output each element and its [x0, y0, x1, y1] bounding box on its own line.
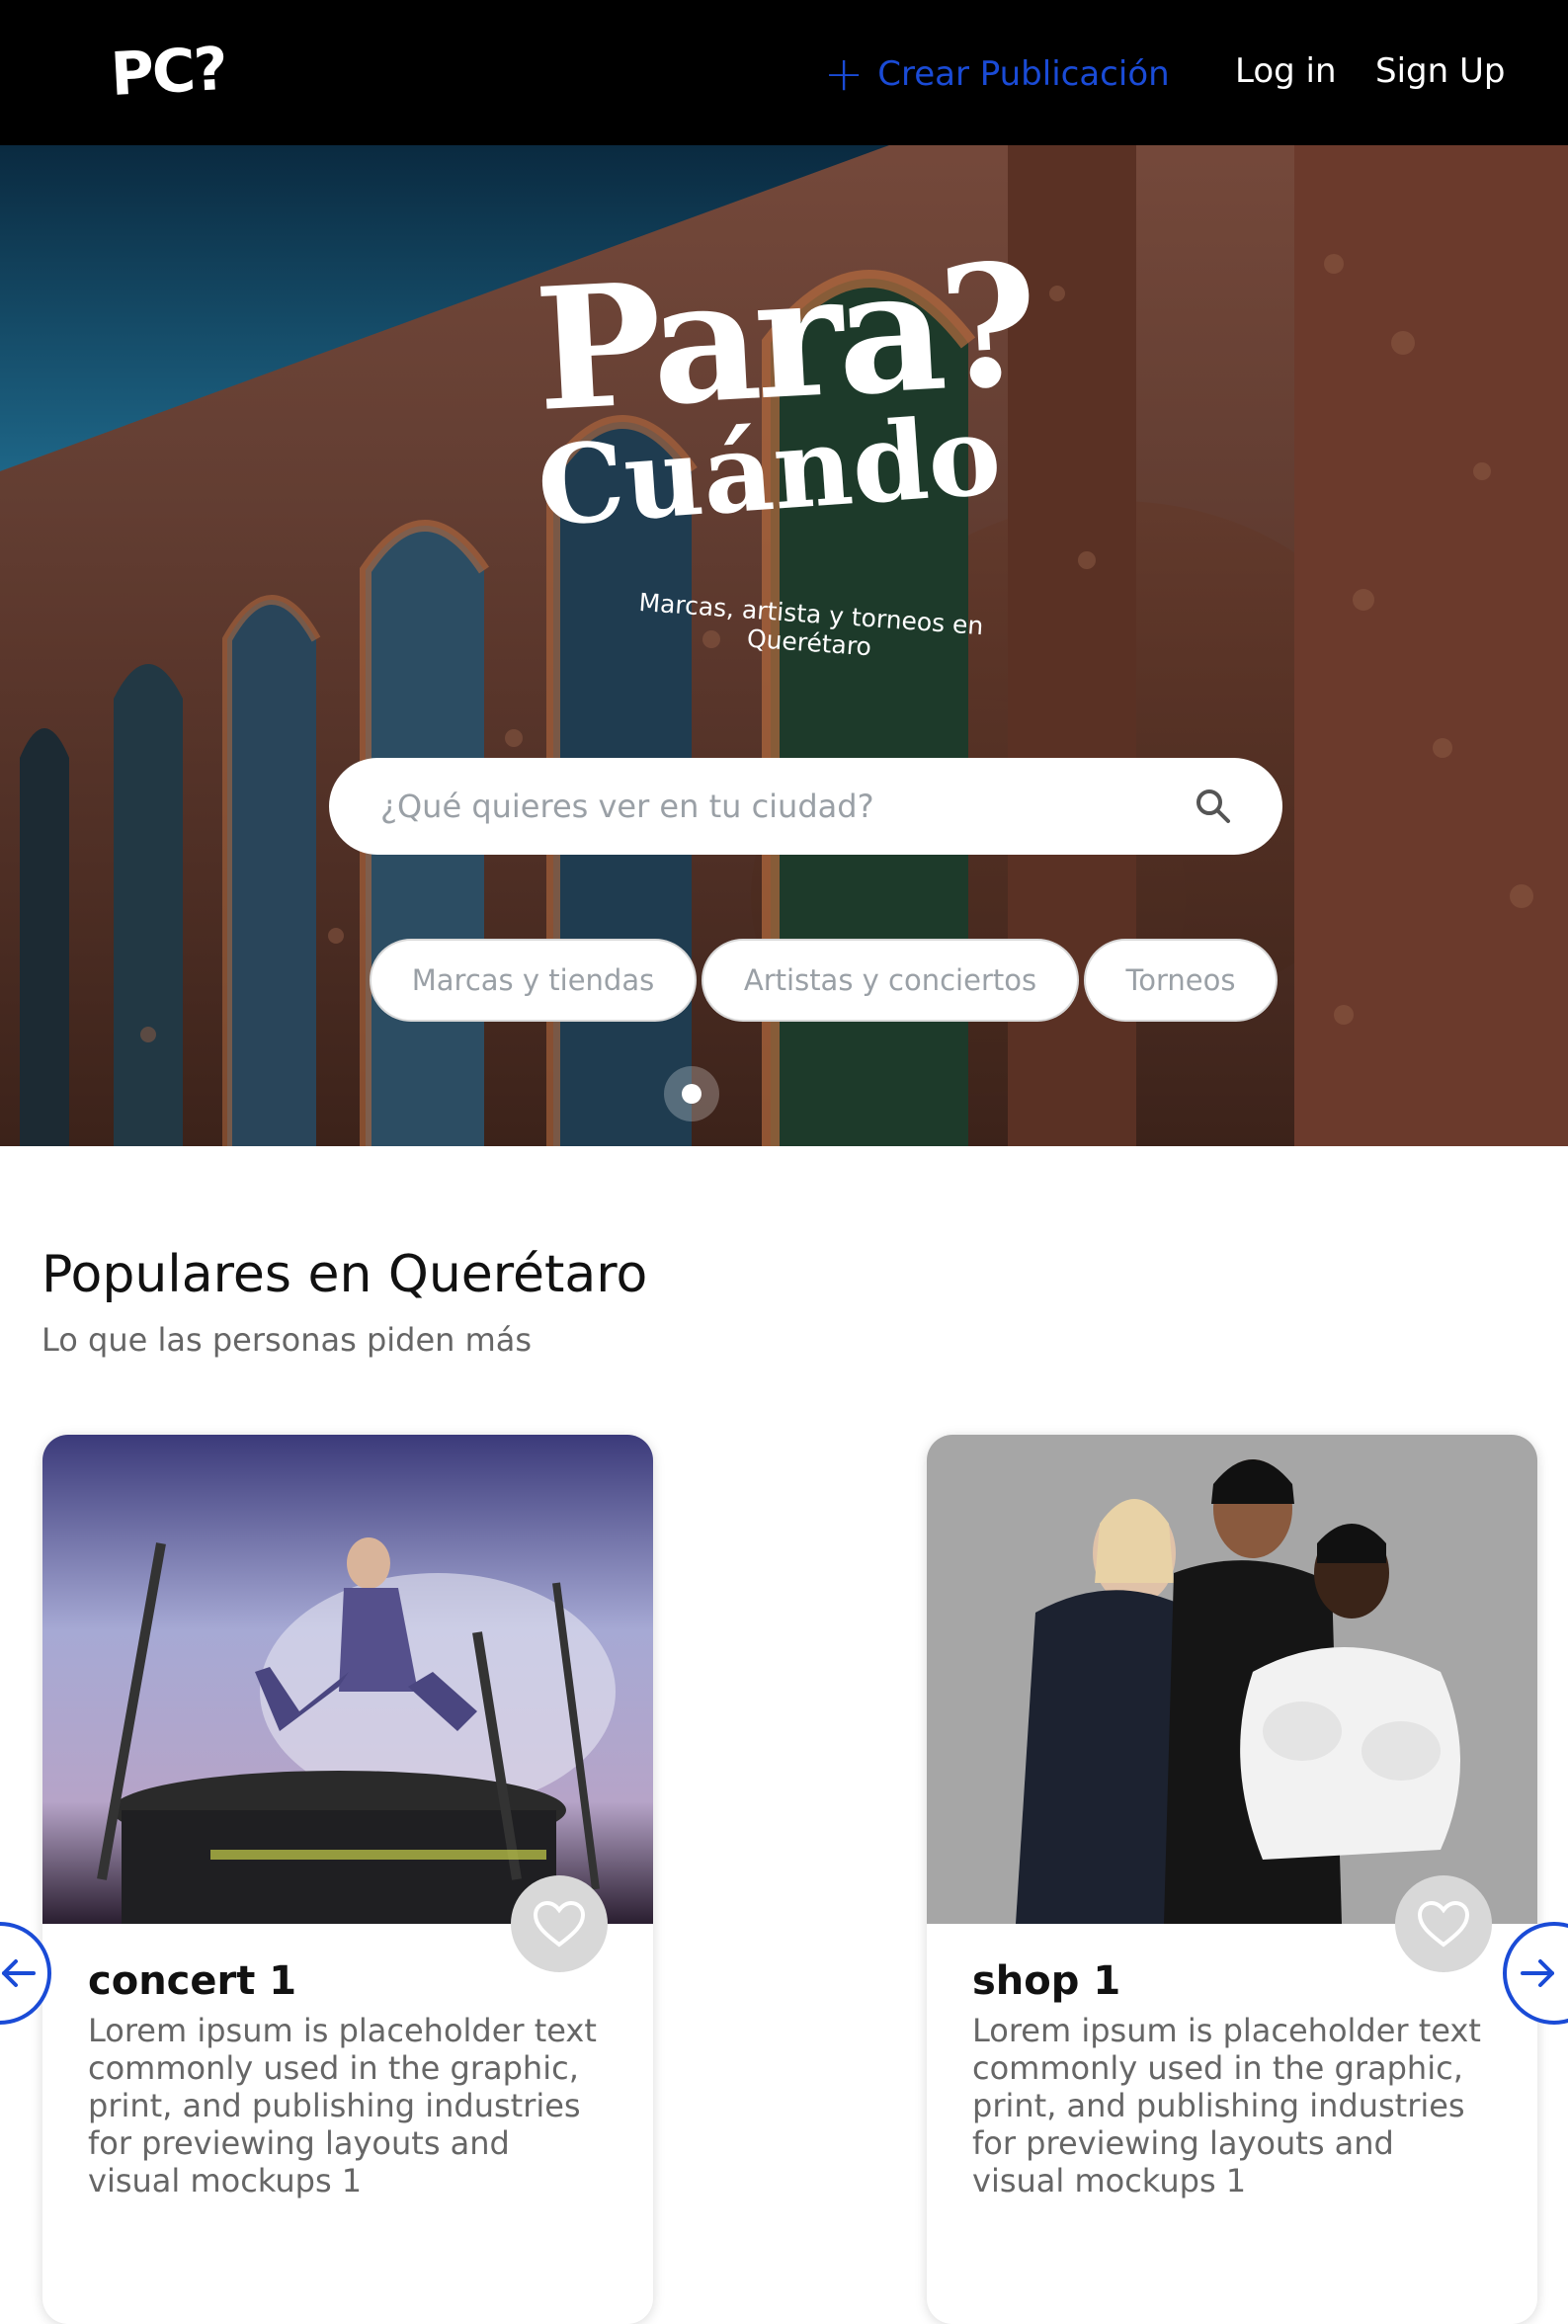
concert-image: [42, 1435, 653, 1924]
create-post-button[interactable]: + Crear Publicación: [824, 49, 1170, 99]
chip-artistas-conciertos[interactable]: Artistas y conciertos: [701, 939, 1079, 1022]
hero-title: Para? Cuándo: [0, 226, 1568, 550]
section-subtitle: Lo que las personas piden más: [41, 1321, 533, 1359]
shop-image: [927, 1435, 1537, 1924]
card-description: Lorem ipsum is placeholder text commonly…: [88, 2012, 597, 2200]
favorite-button[interactable]: [1395, 1875, 1492, 1972]
arrow-left-icon: [2, 1959, 36, 1987]
card-description: Lorem ipsum is placeholder text commonly…: [972, 2012, 1481, 2200]
card-title: concert 1: [88, 1958, 297, 2004]
favorite-button[interactable]: [511, 1875, 608, 1972]
login-link[interactable]: Log in: [1235, 51, 1337, 91]
site-logo[interactable]: PC?: [109, 35, 227, 110]
navbar: PC? + Crear Publicación Log in Sign Up: [0, 0, 1568, 145]
search-input[interactable]: [378, 787, 1194, 826]
create-post-label: Crear Publicación: [877, 54, 1170, 94]
plus-icon: +: [824, 46, 865, 102]
arrow-right-icon: [1521, 1959, 1554, 1987]
heart-icon: [1417, 1900, 1470, 1948]
heart-icon: [533, 1900, 586, 1948]
search-bar: [329, 758, 1282, 855]
search-icon[interactable]: [1194, 787, 1233, 826]
hero-banner: Para? Cuándo Marcas, artista y torneos e…: [0, 145, 1568, 1146]
chip-marcas-tiendas[interactable]: Marcas y tiendas: [370, 939, 697, 1022]
section-title: Populares en Querétaro: [41, 1245, 648, 1304]
chip-torneos[interactable]: Torneos: [1084, 939, 1278, 1022]
category-chips: Marcas y tiendas Artistas y conciertos T…: [370, 939, 1278, 1022]
signup-link[interactable]: Sign Up: [1375, 51, 1505, 91]
card-title: shop 1: [972, 1958, 1121, 2004]
